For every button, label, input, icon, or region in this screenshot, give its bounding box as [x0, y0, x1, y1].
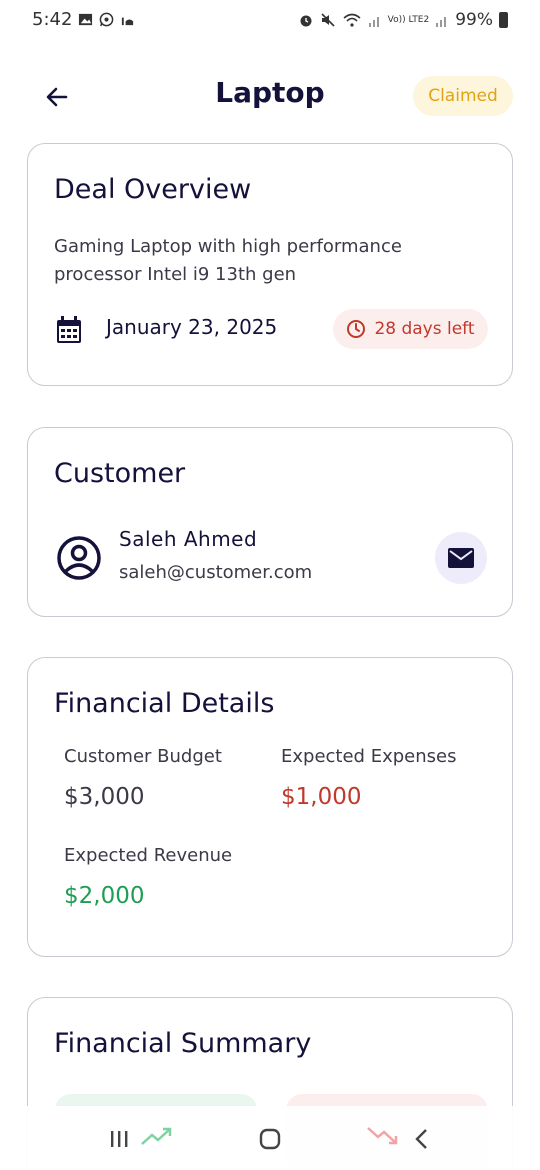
- expenses-value: $1,000: [281, 784, 362, 810]
- deal-overview-card: Deal Overview Gaming Laptop with high pe…: [27, 143, 513, 386]
- notification-icons: [78, 12, 135, 27]
- budget-label: Customer Budget: [64, 746, 222, 767]
- battery-icon: [499, 12, 508, 28]
- deal-description: Gaming Laptop with high performance proc…: [54, 236, 402, 285]
- customer-title: Customer: [54, 458, 186, 489]
- status-badge: Claimed: [413, 76, 513, 116]
- wifi-icon: [343, 13, 361, 27]
- signal-icon: [368, 17, 379, 27]
- user-avatar-icon: [57, 536, 101, 580]
- mosque-icon: [121, 17, 134, 26]
- deal-overview-title: Deal Overview: [54, 174, 252, 205]
- home-button[interactable]: [250, 1124, 290, 1154]
- whatsapp-icon: [99, 12, 114, 27]
- battery-percent: 99%: [455, 10, 493, 30]
- chevron-left-icon: [415, 1129, 427, 1149]
- trend-up-icon: [141, 1127, 172, 1145]
- recents-button[interactable]: [100, 1124, 140, 1154]
- revenue-value: $2,000: [64, 883, 145, 909]
- system-nav-bar: [0, 1106, 540, 1170]
- email-button[interactable]: [435, 532, 487, 584]
- signal-icon-2: [436, 17, 447, 27]
- budget-value: $3,000: [64, 784, 145, 810]
- network-label: Vo)) LTE2: [387, 14, 430, 25]
- days-left-badge: 28 days left: [333, 309, 488, 349]
- deal-date: January 23, 2025: [106, 315, 278, 339]
- nav-back-button[interactable]: [402, 1124, 442, 1154]
- alarm-icon: [300, 15, 312, 27]
- customer-name: Saleh Ahmed: [119, 527, 258, 551]
- financial-details-card: Financial Details Customer Budget $3,000…: [27, 657, 513, 957]
- home-icon: [259, 1128, 281, 1150]
- expenses-label: Expected Expenses: [281, 746, 457, 767]
- financial-summary-title: Financial Summary: [54, 1028, 312, 1059]
- gallery-icon: [78, 13, 93, 26]
- customer-email: saleh@customer.com: [119, 562, 313, 583]
- system-icons: Vo)) LTE2 99%: [298, 10, 508, 30]
- customer-card: Customer Saleh Ahmed saleh@customer.com: [27, 427, 513, 617]
- status-bar: 5:42 Vo)) LTE2 99%: [0, 0, 540, 40]
- mail-icon: [448, 548, 474, 568]
- calendar-icon: [57, 316, 81, 343]
- revenue-label: Expected Revenue: [64, 845, 233, 866]
- mute-icon: [321, 13, 335, 27]
- recents-icon: [111, 1131, 128, 1147]
- status-time: 5:42: [32, 9, 73, 30]
- clock-icon: [347, 320, 366, 338]
- days-left-text: 28 days left: [374, 319, 475, 339]
- trend-down-icon: [367, 1127, 398, 1145]
- financial-details-title: Financial Details: [54, 688, 275, 719]
